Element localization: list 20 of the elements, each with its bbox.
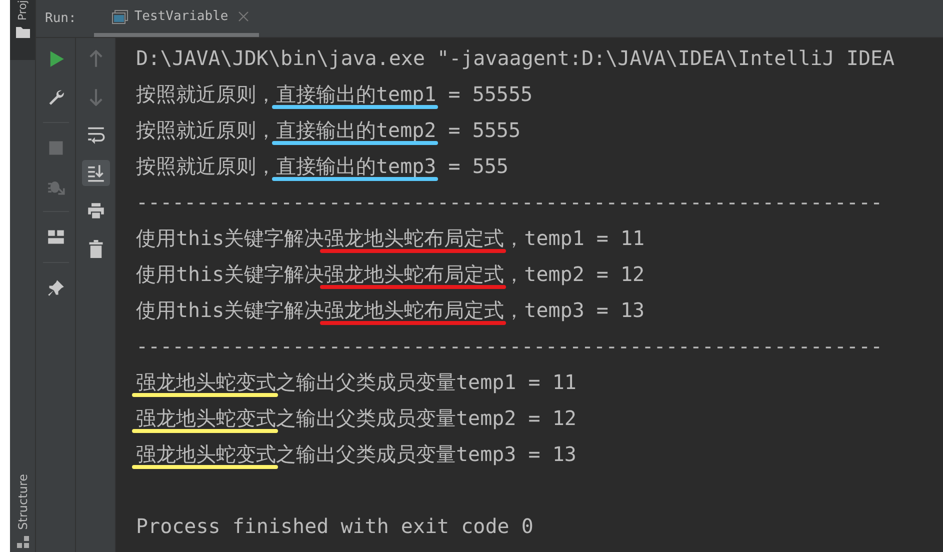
panel-title: Run: xyxy=(45,11,76,26)
exit-message: Process finished with exit code 0 xyxy=(136,513,534,540)
console-line: 使用this关键字解决强龙地头蛇布局定式，temp2 = 12 xyxy=(136,261,646,288)
console-line: -------------------------------------------------------------- xyxy=(136,333,884,360)
tool-window-tab[interactable]: Proj xyxy=(10,0,35,60)
folder-icon xyxy=(16,26,30,38)
console-line: 使用this关键字解决强龙地头蛇布局定式，temp3 = 13 xyxy=(136,297,646,324)
console-line: 按照就近原则，直接输出的temp3 = 555 xyxy=(136,153,510,180)
scroll-to-end-icon[interactable] xyxy=(82,160,110,186)
tool-window-tab[interactable]: Structure xyxy=(10,474,35,552)
console-line: 强龙地头蛇变式之输出父类成员变量temp3 = 13 xyxy=(136,441,578,468)
console-line: 使用this关键字解决强龙地头蛇布局定式，temp1 = 11 xyxy=(136,225,646,252)
console-line: -------------------------------------------------------------- xyxy=(136,189,884,216)
console-line: 按照就近原则，直接输出的temp1 = 55555 xyxy=(136,81,534,108)
console-icon xyxy=(112,10,128,24)
console-line: 强龙地头蛇变式之输出父类成员变量temp2 = 12 xyxy=(136,405,578,432)
structure-icon xyxy=(16,536,28,548)
console-line: 强龙地头蛇变式之输出父类成员变量temp1 = 11 xyxy=(136,369,578,396)
console-line: 按照就近原则，直接输出的temp2 = 5555 xyxy=(136,117,522,144)
console-line: D:\JAVA\JDK\bin\java.exe "-javaagent:D:\JAVA\IDEA\IntelliJ IDEA xyxy=(136,45,896,72)
